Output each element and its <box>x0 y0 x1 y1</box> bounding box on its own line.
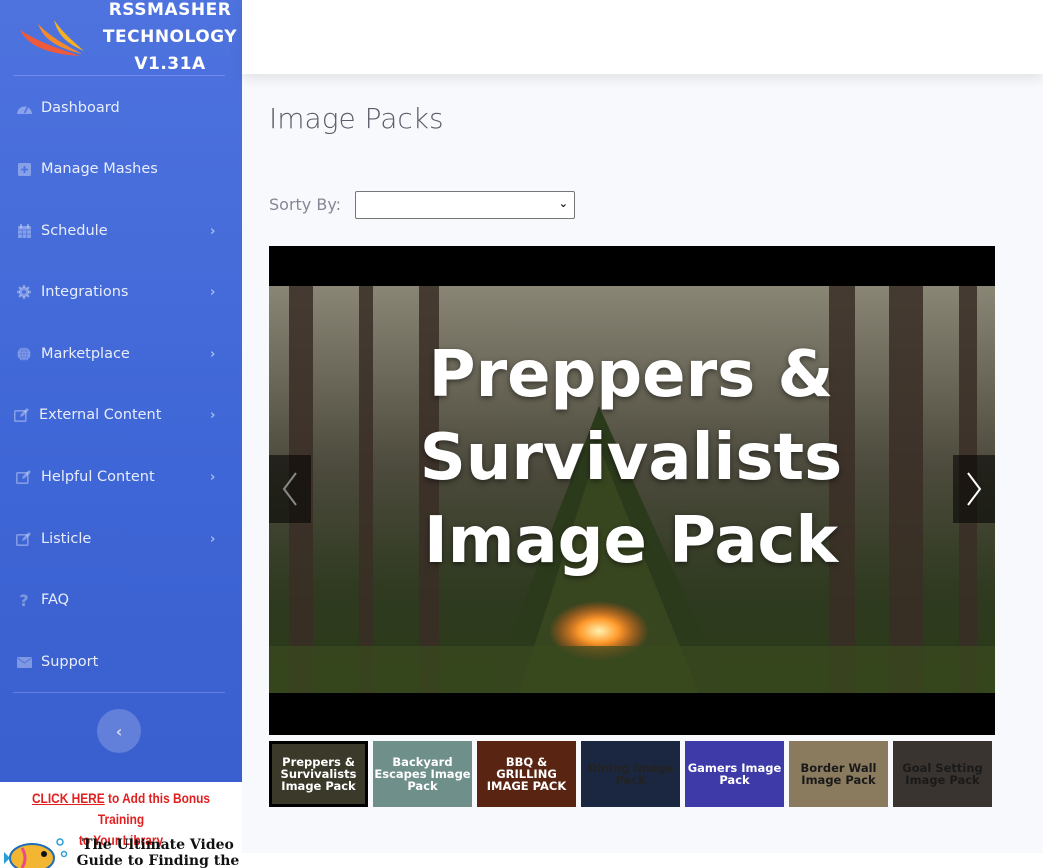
thumbnail-item[interactable]: Preppers & Survivalists Image Pack <box>269 741 368 807</box>
question-icon: ? <box>19 590 29 610</box>
footer <box>242 853 1043 868</box>
sidebar: RSSMASHER TECHNOLOGY V1.31A Dashboard Ma… <box>0 0 242 782</box>
sidebar-item-label: Listicle <box>41 531 92 547</box>
sidebar-divider <box>13 692 225 693</box>
chevron-right-icon <box>967 472 982 506</box>
page-title: Image Packs <box>269 102 444 135</box>
sidebar-item-label: Helpful Content <box>41 469 155 485</box>
sidebar-item-integrations[interactable]: Integrations › <box>0 272 242 312</box>
brand[interactable]: RSSMASHER TECHNOLOGY V1.31A <box>0 0 242 75</box>
thumbnail-label: Border Wall Image Pack <box>800 761 877 787</box>
sidebar-toggle-button[interactable]: ‹ <box>97 709 141 753</box>
edit-icon <box>15 530 33 548</box>
sidebar-item-manage-mashes[interactable]: Manage Mashes <box>0 149 242 189</box>
chevron-left-icon <box>282 472 297 506</box>
thumbnail-label: Preppers & Survivalists Image Pack <box>280 755 357 793</box>
sidebar-item-dashboard[interactable]: Dashboard <box>0 88 242 128</box>
sidebar-item-support[interactable]: Support <box>0 642 242 682</box>
sidebar-item-listicle[interactable]: Listicle › <box>0 519 242 559</box>
chevron-right-icon: › <box>210 223 216 239</box>
chevron-left-icon: ‹ <box>115 721 123 741</box>
thumbnail-label: BBQ & GRILLING IMAGE PACK <box>486 755 567 793</box>
chevron-right-icon: › <box>210 469 216 485</box>
thumbnail-label: Goal Setting Image Pack <box>902 761 983 787</box>
carousel-prev-button[interactable] <box>269 455 311 523</box>
brand-logo-icon <box>20 20 84 56</box>
bonus-training-banner[interactable]: CLICK HERE to Add this Bonus Training to… <box>0 782 242 868</box>
brand-name: RSSMASHER TECHNOLOGY V1.31A <box>100 0 240 78</box>
promo-title: The Ultimate Video Guide to Finding the <box>76 837 240 868</box>
chevron-right-icon: › <box>210 346 216 362</box>
fish-icon <box>4 838 68 868</box>
click-here-link[interactable]: CLICK HERE <box>32 790 105 806</box>
globe-icon <box>15 345 33 363</box>
chevron-right-icon: › <box>210 531 216 547</box>
sidebar-divider <box>13 75 225 76</box>
chevron-right-icon: › <box>210 284 216 300</box>
edit-icon <box>13 406 31 424</box>
sidebar-item-label: FAQ <box>41 592 70 608</box>
sidebar-item-schedule[interactable]: Schedule › <box>0 211 242 251</box>
sidebar-item-label: Integrations <box>41 284 129 300</box>
caption-line-3: Image Pack <box>423 504 839 578</box>
thumbnail-item[interactable]: Gamers Image Pack <box>685 741 784 807</box>
brand-line-2: TECHNOLOGY <box>102 27 238 47</box>
sort-by-label: Sorty By: <box>269 195 342 214</box>
sidebar-item-label: Schedule <box>41 223 108 239</box>
topbar <box>242 0 1043 74</box>
thumbnail-label: Gamers Image Pack <box>687 761 782 787</box>
chevron-down-icon: ⌄ <box>558 197 568 210</box>
image-carousel: Preppers & Survivalists Image Pack <box>269 246 995 735</box>
thumbnail-item[interactable]: BBQ & GRILLING IMAGE PACK <box>477 741 576 807</box>
sort-by-select[interactable]: ⌄ <box>355 191 575 219</box>
main-content: Image Packs Sorty By: ⌄ Preppers & Survi… <box>242 74 1043 868</box>
carousel-next-button[interactable] <box>953 455 995 523</box>
sidebar-item-label: Dashboard <box>41 100 120 116</box>
thumbnail-item[interactable]: Backyard Escapes Image Pack <box>373 741 472 807</box>
plus-square-icon <box>15 160 33 178</box>
thumbnail-strip: Preppers & Survivalists Image Pack Backya… <box>269 741 995 807</box>
thumbnail-item[interactable]: Dining Image Pack <box>581 741 680 807</box>
caption-line-2: Survivalists <box>419 421 843 495</box>
brand-line-1: RSSMASHER <box>108 0 232 20</box>
sidebar-item-helpful-content[interactable]: Helpful Content › <box>0 457 242 497</box>
sidebar-item-external-content[interactable]: External Content › <box>0 395 242 435</box>
thumbnail-label: Backyard Escapes Image Pack <box>374 755 471 793</box>
sidebar-item-marketplace[interactable]: Marketplace › <box>0 334 242 374</box>
thumbnail-item[interactable]: Goal Setting Image Pack <box>893 741 992 807</box>
chevron-right-icon: › <box>210 407 216 423</box>
edit-icon <box>15 468 33 486</box>
brand-version: V1.31A <box>134 54 206 74</box>
sidebar-item-label: Manage Mashes <box>41 161 158 177</box>
sidebar-item-label: External Content <box>39 407 162 423</box>
gear-icon <box>15 283 33 301</box>
thumbnail-item[interactable]: Border Wall Image Pack <box>789 741 888 807</box>
app: RSSMASHER TECHNOLOGY V1.31A Dashboard Ma… <box>0 0 1043 868</box>
promo-text: to Add this Bonus Training <box>97 790 211 827</box>
caption-line-1: Preppers & <box>428 338 834 412</box>
sidebar-item-faq[interactable]: ? FAQ <box>0 580 242 620</box>
slide-caption: Preppers & Survivalists Image Pack <box>281 334 981 583</box>
tachometer-icon <box>15 99 33 117</box>
calendar-icon <box>15 222 33 240</box>
sidebar-item-label: Marketplace <box>41 346 130 362</box>
thumbnail-label: Dining Image Pack <box>587 761 674 787</box>
envelope-icon <box>15 653 33 671</box>
sidebar-item-label: Support <box>41 654 99 670</box>
